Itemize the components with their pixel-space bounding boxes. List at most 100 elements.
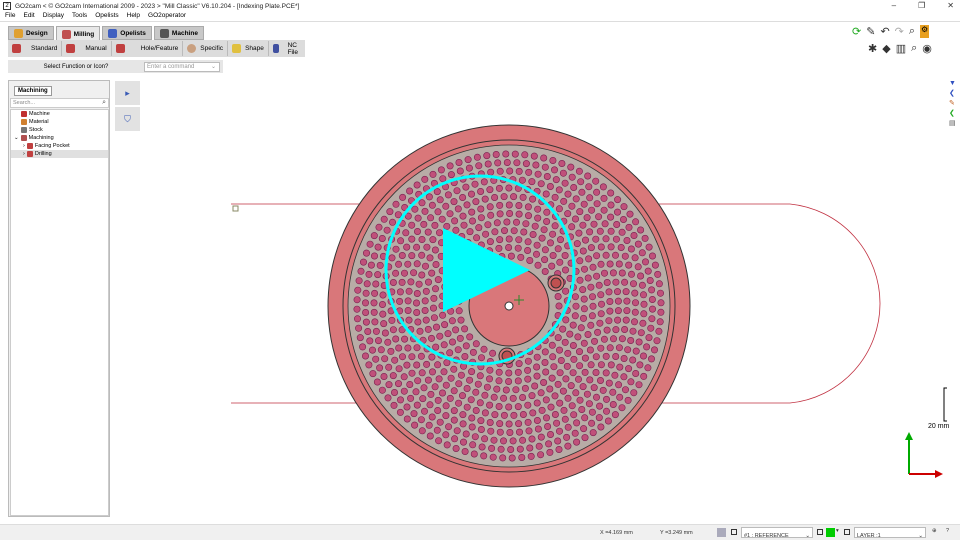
drill-hole [546, 385, 554, 393]
drill-hole [602, 369, 610, 377]
drill-hole [440, 341, 448, 349]
shape-button[interactable]: Shape [228, 41, 269, 56]
nc-file-button[interactable]: NC File [269, 41, 305, 56]
drill-hole [486, 366, 494, 374]
drill-hole [495, 184, 503, 192]
menu-tools[interactable]: Tools [72, 12, 87, 21]
menu-go2operator[interactable]: GO2operator [148, 12, 186, 21]
drill-hole [424, 278, 432, 286]
eraser-icon[interactable]: ◆ [882, 42, 890, 55]
specific-button[interactable]: Specific [183, 41, 229, 56]
expand-chevron-icon[interactable]: › [23, 143, 25, 149]
reference-select[interactable]: #1 : REFERENCE ⌄ [741, 527, 813, 539]
drill-hole [645, 334, 653, 342]
drill-hole [618, 228, 626, 236]
drill-hole [468, 368, 476, 376]
zoom-icon[interactable]: ⌕ [909, 25, 915, 38]
reference-checkbox[interactable] [731, 529, 737, 535]
measure-icon[interactable]: ✎ [866, 25, 875, 38]
collapse-icon[interactable]: ❮ [949, 89, 959, 97]
color-checkbox[interactable] [817, 529, 823, 535]
tab-opelists[interactable]: Opelists [102, 26, 152, 40]
back-icon[interactable]: ❮ [949, 109, 959, 117]
edit-icon[interactable]: ✎ [949, 99, 959, 107]
hole-feature-button[interactable]: Hole/Feature [112, 41, 184, 56]
menu-file[interactable]: File [5, 12, 15, 21]
layer-checkbox[interactable] [844, 529, 850, 535]
layer-manager-icon[interactable]: ⊕ [932, 528, 937, 534]
tree-item[interactable]: Material [11, 118, 108, 126]
tab-milling[interactable]: Milling [55, 26, 101, 41]
drill-hole [589, 263, 597, 271]
menu-edit[interactable]: Edit [23, 12, 34, 21]
layers-icon[interactable]: ▤ [949, 119, 959, 127]
color-swatch[interactable] [826, 528, 835, 537]
drill-hole [637, 272, 645, 280]
cad-viewport[interactable] [140, 60, 948, 522]
search-input[interactable]: Search... ⌕ [10, 98, 109, 108]
operator-icon[interactable]: ⚙ [920, 25, 930, 38]
clean-icon[interactable]: ▥ [896, 42, 906, 55]
standard-button[interactable]: Standard [8, 41, 63, 56]
zoom-window-icon[interactable]: ⌕ [911, 42, 917, 55]
tree-item[interactable]: ⌄ Machining [11, 134, 108, 142]
undo-icon[interactable]: ↶ [880, 25, 889, 38]
scale-bar [943, 387, 947, 422]
drill-hole [452, 444, 460, 452]
drill-hole [426, 401, 434, 409]
tree-item[interactable]: Stock [11, 126, 108, 134]
refresh-icon[interactable]: ⟳ [852, 25, 861, 38]
drill-hole [581, 354, 589, 362]
button-label: Standard [31, 45, 58, 52]
tree-item[interactable]: Machine [11, 110, 108, 118]
tab-design[interactable]: Design [8, 26, 54, 40]
tree-item[interactable]: › Facing Pocket [11, 142, 108, 150]
tab-machining[interactable]: Machining [14, 86, 52, 96]
menu-display[interactable]: Display [43, 12, 64, 21]
drill-hole [619, 216, 627, 224]
menu-opelists[interactable]: Opelists [95, 12, 118, 21]
drill-hole [418, 427, 426, 435]
drill-hole [408, 252, 416, 260]
minimize-button[interactable]: – [892, 1, 896, 10]
drill-hole [481, 391, 489, 399]
menu-help[interactable]: Help [127, 12, 140, 21]
redo-icon[interactable]: ↷ [895, 25, 904, 38]
drill-hole [415, 280, 423, 288]
milling-toolbar: Standard Manual Hole/Feature Specific Sh… [8, 40, 305, 57]
drill-hole [593, 200, 601, 208]
nc-shield-button[interactable]: ⛉ [115, 107, 140, 131]
help-icon[interactable]: ? [946, 528, 949, 534]
drill-hole [575, 167, 583, 175]
close-button[interactable]: ✕ [947, 1, 954, 10]
expand-chevron-icon[interactable]: › [23, 151, 25, 157]
menu-bar: File Edit Display Tools Opelists Help GO… [0, 12, 960, 22]
tree-item-icon [20, 135, 27, 141]
drill-hole [648, 286, 656, 294]
tab-machine[interactable]: Machine [153, 26, 204, 40]
drill-hole [429, 236, 437, 244]
hide-icon[interactable]: ✱ [868, 42, 877, 55]
view-eye-icon[interactable]: ◉ [922, 42, 932, 55]
tree-item[interactable]: › Drilling [11, 150, 108, 158]
drill-hole [623, 307, 631, 315]
drill-hole [587, 244, 595, 252]
expand-chevron-icon[interactable]: ⌄ [14, 135, 19, 141]
filter-icon[interactable]: ▼ [949, 80, 959, 87]
drill-hole [398, 252, 406, 260]
manual-button[interactable]: Manual [62, 41, 112, 56]
color-dropdown-icon[interactable]: ▾ [836, 528, 839, 534]
drill-hole [411, 421, 419, 429]
drill-hole [470, 450, 478, 458]
layer-select[interactable]: LAYER :1 ⌄ [854, 527, 926, 539]
grid-icon[interactable] [717, 528, 726, 537]
panel-toggle-button[interactable]: ▸ [115, 81, 140, 105]
drill-hole [646, 276, 654, 284]
drill-hole [455, 307, 463, 315]
drill-hole [522, 220, 530, 228]
drill-hole [451, 435, 459, 443]
drill-hole [588, 293, 596, 301]
drill-hole [524, 366, 532, 374]
drill-hole [581, 434, 589, 442]
maximize-button[interactable]: ❐ [918, 1, 925, 10]
